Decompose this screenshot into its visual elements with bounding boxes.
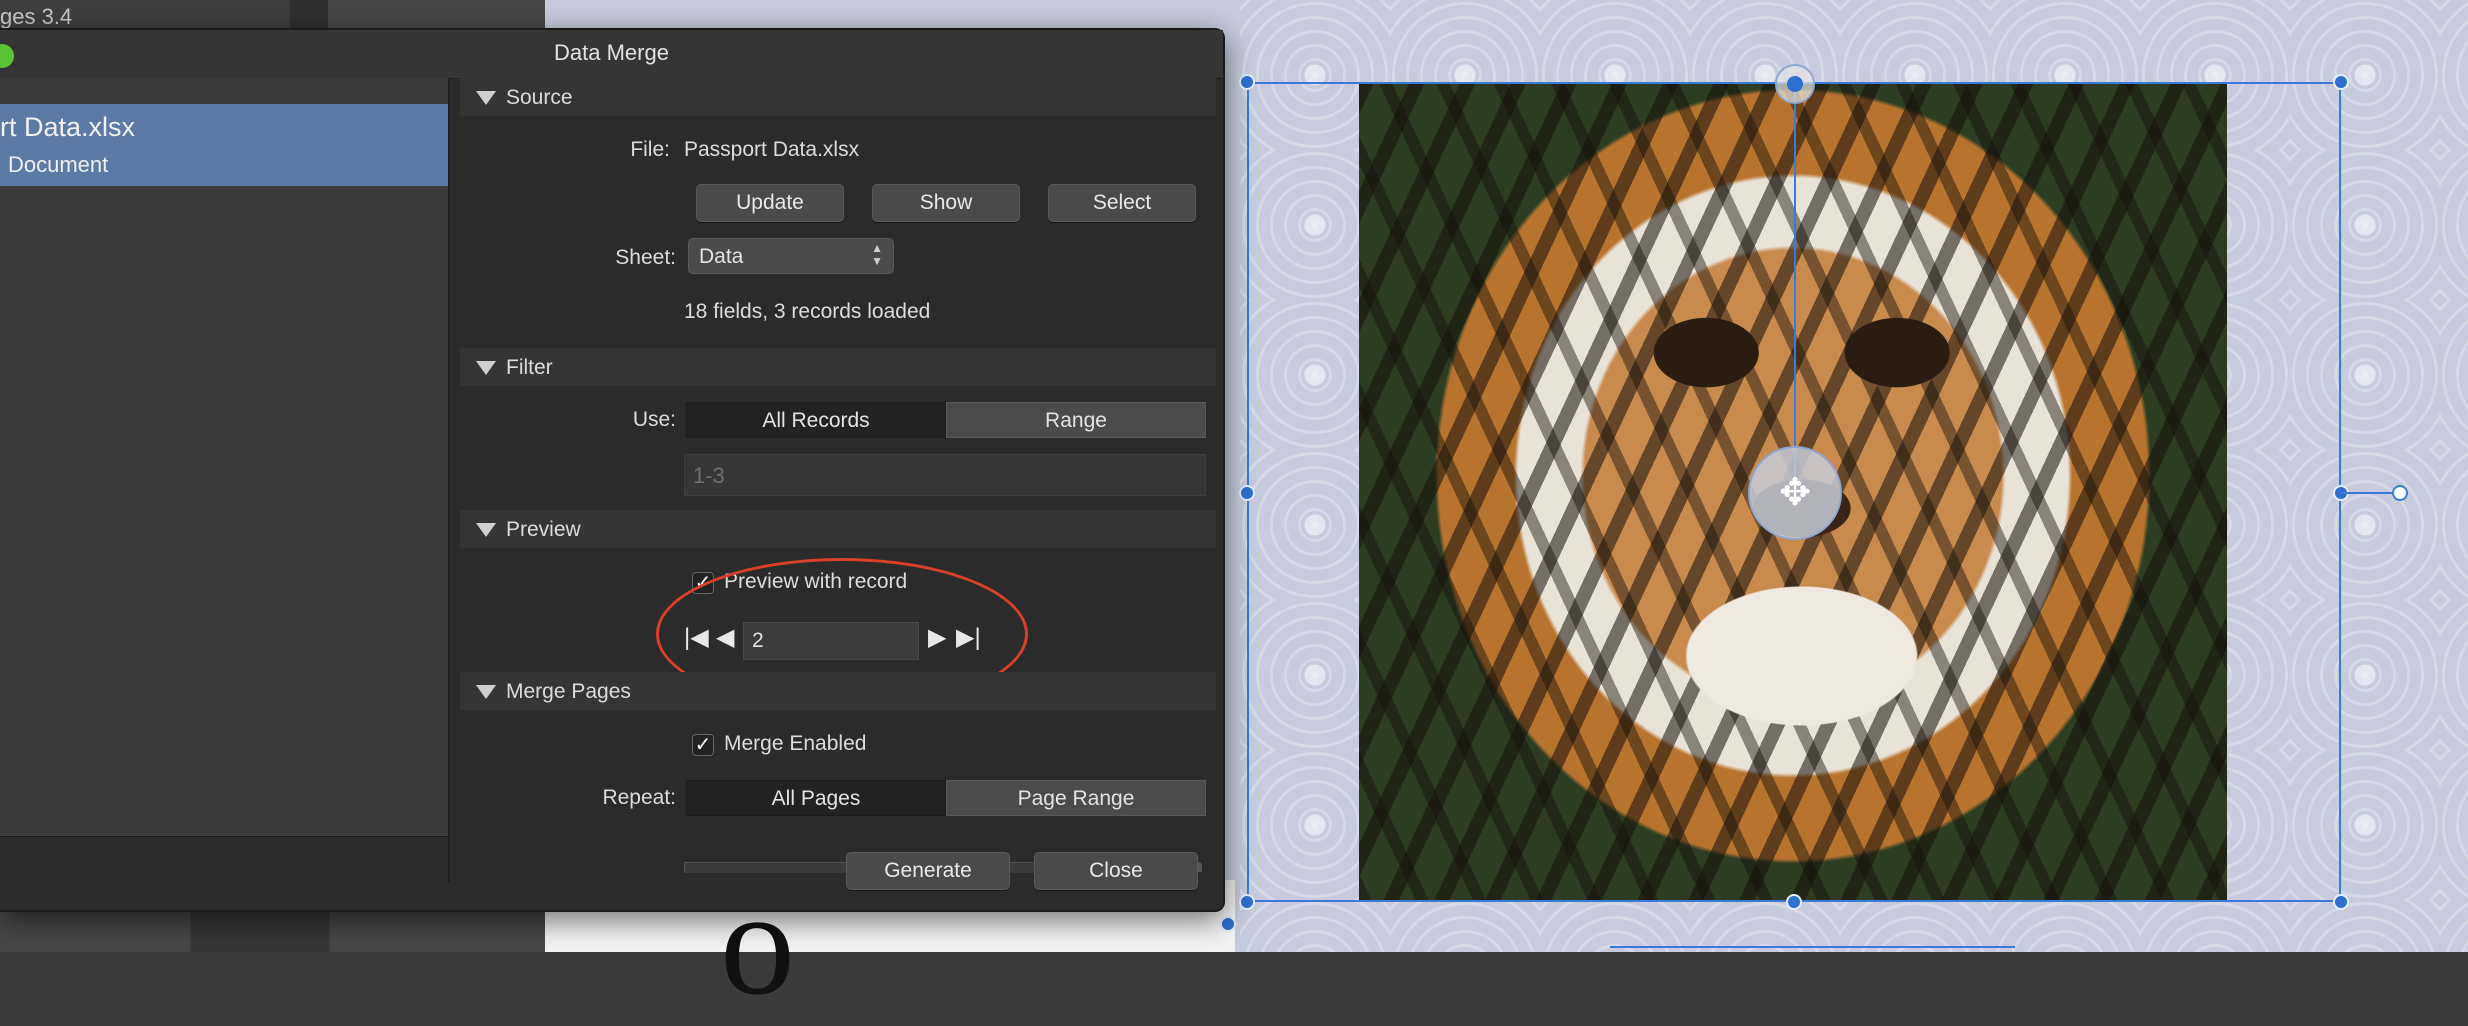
- data-source-item-selected[interactable]: rt Data.xlsx Document: [0, 104, 448, 186]
- data-source-type: Document: [8, 152, 109, 177]
- resize-handle-bottom[interactable]: [1786, 894, 1802, 910]
- range-input[interactable]: 1-3: [684, 454, 1206, 496]
- rotation-guide-line: [1794, 82, 1796, 492]
- section-merge-pages-header[interactable]: Merge Pages: [460, 672, 1216, 710]
- resize-handle-bottom-right[interactable]: [2333, 894, 2349, 910]
- filter-range-option[interactable]: Range: [946, 402, 1206, 438]
- file-value: Passport Data.xlsx: [684, 138, 860, 161]
- section-merge-pages-label: Merge Pages: [506, 680, 631, 703]
- repeat-all-pages-option[interactable]: All Pages: [686, 780, 946, 816]
- dialog-title: Data Merge: [554, 40, 669, 65]
- text-frame-edge: [1610, 946, 2015, 954]
- anchor-handle[interactable]: [1220, 916, 1236, 932]
- move-icon[interactable]: ✥: [1748, 446, 1842, 540]
- use-label: Use:: [632, 408, 676, 431]
- shear-handle[interactable]: [2392, 485, 2408, 501]
- update-button[interactable]: Update: [696, 184, 844, 222]
- repeat-page-range-option[interactable]: Page Range: [946, 780, 1206, 816]
- select-button[interactable]: Select: [1048, 184, 1196, 222]
- data-source-name: rt Data.xlsx: [0, 112, 136, 142]
- show-button[interactable]: Show: [872, 184, 1020, 222]
- resize-handle-top-right[interactable]: [2333, 74, 2349, 90]
- section-preview-header[interactable]: Preview: [460, 510, 1216, 548]
- generate-button[interactable]: Generate: [846, 852, 1010, 890]
- sheet-select[interactable]: Data ▲ ▼: [688, 238, 894, 274]
- sheet-label: Sheet:: [615, 246, 676, 269]
- filter-all-records-option[interactable]: All Records: [686, 402, 946, 438]
- repeat-label: Repeat:: [602, 786, 676, 809]
- data-merge-dialog: Data Merge rt Data.xlsx Document Source …: [0, 28, 1225, 912]
- disclosure-triangle-icon[interactable]: [476, 685, 496, 699]
- resize-handle-left[interactable]: [1239, 485, 1255, 501]
- select-chevron-icon: ▲ ▼: [871, 241, 883, 268]
- handle-connector-line: [2341, 492, 2393, 494]
- rotate-handle[interactable]: [1775, 64, 1815, 104]
- resize-handle-top-left[interactable]: [1239, 74, 1255, 90]
- records-status: 18 fields, 3 records loaded: [684, 300, 931, 323]
- disclosure-triangle-icon[interactable]: [476, 523, 496, 537]
- section-filter-label: Filter: [506, 356, 553, 379]
- close-button[interactable]: Close: [1034, 852, 1198, 890]
- section-filter-header[interactable]: Filter: [460, 348, 1216, 386]
- merge-enabled-label: Merge Enabled: [724, 732, 867, 755]
- section-source-header[interactable]: Source: [460, 78, 1216, 116]
- section-source-label: Source: [506, 86, 573, 109]
- dialog-title-bar[interactable]: Data Merge: [0, 30, 1223, 79]
- panel-footer: [190, 910, 330, 952]
- pages-label: ges 3.4: [0, 4, 73, 29]
- resize-handle-bottom-left[interactable]: [1239, 894, 1255, 910]
- sheet-select-value: Data: [699, 245, 744, 268]
- disclosure-triangle-icon[interactable]: [476, 361, 496, 375]
- merge-enabled-checkbox[interactable]: ✓: [692, 734, 714, 756]
- section-preview-label: Preview: [506, 518, 581, 541]
- data-source-list[interactable]: rt Data.xlsx Document: [0, 78, 450, 882]
- disclosure-triangle-icon[interactable]: [476, 91, 496, 105]
- list-footer: [0, 836, 448, 887]
- file-label: File:: [630, 138, 670, 161]
